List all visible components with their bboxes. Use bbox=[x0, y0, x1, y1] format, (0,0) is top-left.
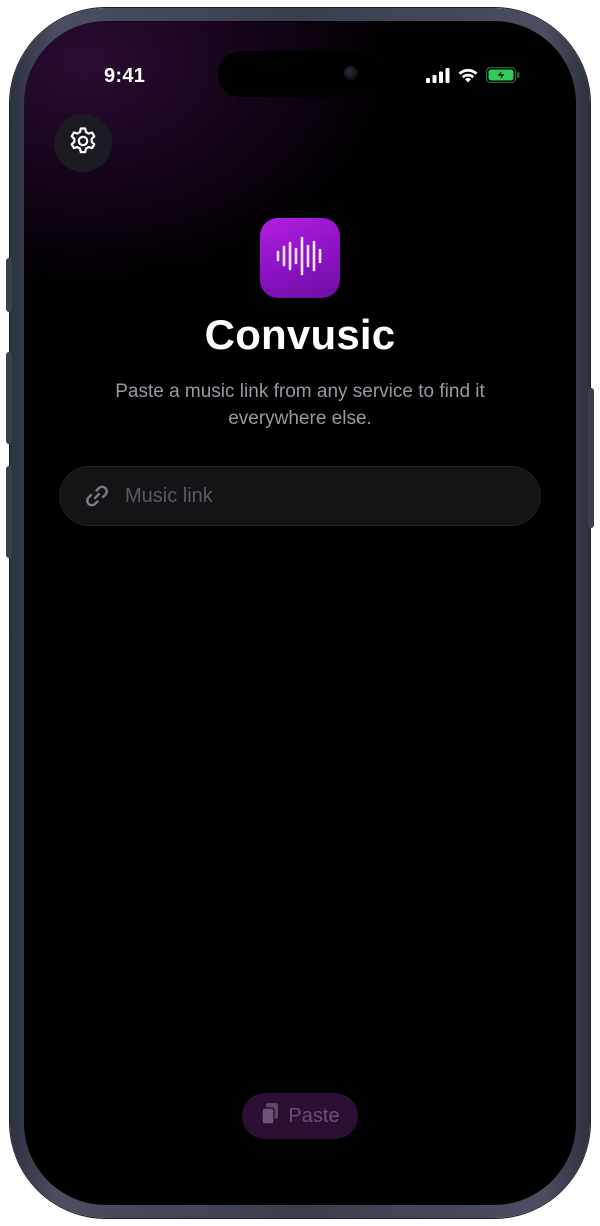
volume-up-button bbox=[6, 352, 12, 444]
action-button bbox=[6, 258, 12, 312]
clipboard-icon bbox=[260, 1102, 280, 1131]
cellular-signal-icon bbox=[426, 67, 450, 88]
power-button bbox=[588, 388, 594, 528]
status-time: 9:41 bbox=[104, 65, 146, 87]
waveform-icon bbox=[274, 234, 326, 283]
app-subtitle: Paste a music link from any service to f… bbox=[115, 381, 485, 429]
front-camera bbox=[344, 66, 358, 80]
dynamic-island bbox=[218, 51, 376, 97]
paste-button-label: Paste bbox=[288, 1104, 340, 1127]
status-indicators bbox=[426, 66, 520, 88]
music-link-field[interactable] bbox=[59, 466, 541, 526]
app-title: Convusic bbox=[204, 311, 396, 358]
app-logo bbox=[260, 218, 340, 298]
gear-icon bbox=[67, 125, 99, 162]
battery-charging-icon bbox=[485, 66, 520, 88]
app-screen: 9:41 Convusic Paste a music link from an… bbox=[24, 21, 576, 1205]
link-icon bbox=[83, 482, 111, 510]
wifi-icon bbox=[457, 67, 479, 88]
music-link-input[interactable] bbox=[125, 484, 541, 508]
settings-button[interactable] bbox=[54, 114, 112, 172]
volume-down-button bbox=[6, 466, 12, 558]
paste-button[interactable]: Paste bbox=[242, 1093, 358, 1139]
